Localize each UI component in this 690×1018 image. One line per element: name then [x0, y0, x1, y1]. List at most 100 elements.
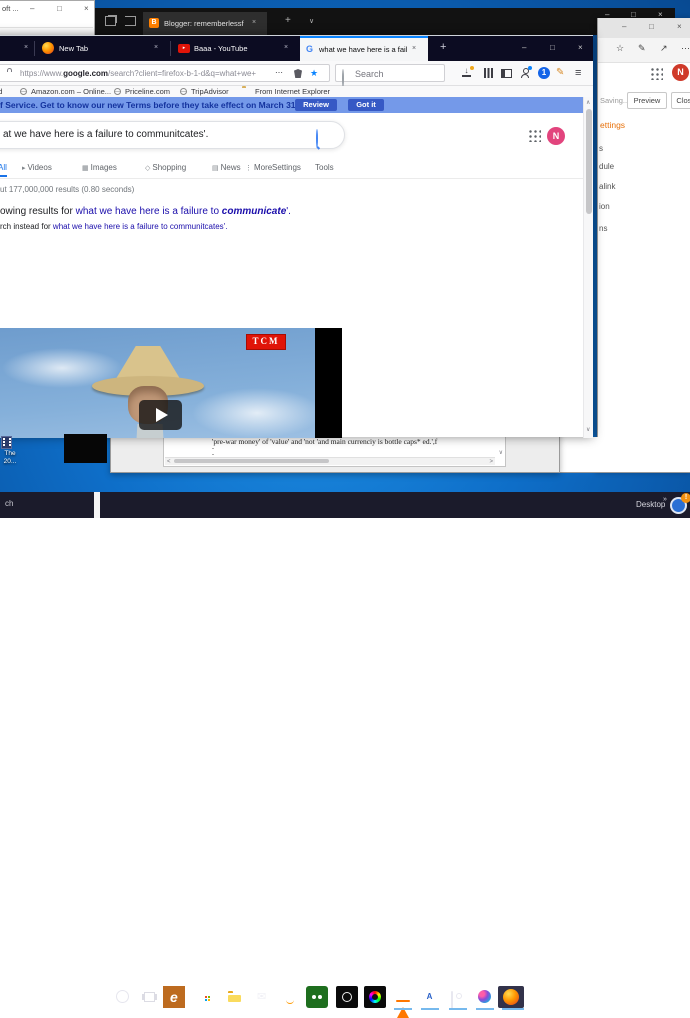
- close-icon[interactable]: ×: [677, 23, 682, 31]
- close-icon[interactable]: ×: [84, 5, 89, 13]
- original-query-link[interactable]: what we have here is a failure to commun…: [53, 222, 228, 231]
- minimize-icon[interactable]: –: [30, 5, 34, 13]
- scroll-right-icon[interactable]: >: [489, 459, 493, 465]
- search-query[interactable]: at we have here is a failure to communit…: [3, 129, 208, 140]
- tab-more[interactable]: ⋮ More: [245, 163, 272, 172]
- tab-youtube[interactable]: ▸ Baaa - YouTube ×: [172, 36, 298, 61]
- bookmark-star-icon[interactable]: ★: [310, 68, 318, 79]
- library-icon[interactable]: [484, 68, 493, 78]
- set-tabs-aside-icon[interactable]: [125, 16, 136, 26]
- taskbar-mail-icon[interactable]: ✉: [252, 986, 274, 1008]
- scroll-left-icon[interactable]: <: [167, 459, 171, 465]
- new-tab-icon[interactable]: +: [440, 41, 446, 53]
- sidebar-item-schedule[interactable]: dule: [599, 162, 614, 171]
- maximize-icon[interactable]: □: [57, 5, 62, 13]
- close-button[interactable]: Close: [671, 92, 690, 109]
- blogger-window[interactable]: – □ × ☆ ✎ ↗ ⋯ N Saving... Preview Clos e …: [597, 18, 690, 473]
- search-box[interactable]: Search: [335, 64, 445, 88]
- got-it-button[interactable]: Got it: [348, 99, 384, 111]
- maximize-icon[interactable]: □: [649, 23, 654, 31]
- taskbar-overflow-chevron[interactable]: »: [663, 496, 667, 503]
- google-apps-grid-icon[interactable]: [528, 129, 541, 142]
- taskbar-document-app-icon[interactable]: A: [419, 986, 441, 1008]
- taskbar-color-wheel-app-icon[interactable]: [364, 986, 386, 1008]
- taskbar-dark-circle-app-icon[interactable]: [336, 986, 358, 1008]
- taskbar-camera-app-icon[interactable]: [447, 986, 469, 1010]
- cortana-button[interactable]: [112, 986, 134, 1008]
- taskbar-store-icon[interactable]: [196, 986, 218, 1008]
- page-actions-icon[interactable]: ⋯: [275, 68, 283, 78]
- corrected-query-link[interactable]: what we have here is a failure to commun…: [76, 206, 291, 217]
- menu-hamburger-icon[interactable]: ≡: [575, 68, 581, 79]
- taskbar-explorer-icon[interactable]: [224, 986, 246, 1008]
- scroll-down-icon[interactable]: ∨: [499, 450, 503, 456]
- settings-menu[interactable]: Settings: [272, 163, 301, 172]
- tools-menu[interactable]: Tools: [315, 163, 334, 172]
- desktop-icon-filmstrip[interactable]: [1, 436, 12, 449]
- page-scrollbar[interactable]: ∧ ∨: [583, 97, 593, 438]
- sidebar-item-location[interactable]: ion: [599, 202, 610, 211]
- url-text[interactable]: https://www.google.com/search?client=fir…: [20, 69, 270, 78]
- maximize-icon[interactable]: □: [550, 44, 555, 52]
- url-bar[interactable]: https://www.google.com/search?client=fir…: [0, 64, 330, 82]
- tab-images[interactable]: ▦ Images: [82, 163, 117, 172]
- task-view-button[interactable]: [139, 986, 161, 1008]
- taskbar-amazon-icon[interactable]: a: [280, 986, 302, 1008]
- onepassword-icon[interactable]: 1: [538, 67, 550, 79]
- sidebar-item-options[interactable]: ns: [599, 224, 607, 233]
- play-button[interactable]: [139, 400, 182, 430]
- bookmark-from-ie[interactable]: From Internet Explorer: [255, 87, 330, 96]
- review-button[interactable]: Review: [295, 99, 337, 111]
- preview-button[interactable]: Preview: [627, 92, 667, 109]
- notes-text-area[interactable]: 'pre-war money' of 'value' and 'not 'and…: [163, 433, 506, 467]
- horizontal-scrollbar[interactable]: < >: [165, 457, 495, 465]
- taskbar-search-box-edge[interactable]: [94, 492, 100, 518]
- scroll-down-icon[interactable]: ∨: [586, 427, 590, 433]
- show-desktop-label[interactable]: Desktop: [636, 500, 665, 509]
- bookmark-tripadvisor[interactable]: TripAdvisor: [191, 87, 229, 96]
- tab-new-tab[interactable]: New Tab ×: [36, 36, 168, 61]
- taskbar-green-app-icon[interactable]: [306, 986, 328, 1008]
- tab-google-search-active[interactable]: G what we have here is a failure t ×: [300, 36, 428, 61]
- close-tab-icon[interactable]: ×: [252, 19, 256, 26]
- google-apps-grid-icon[interactable]: [650, 67, 663, 80]
- search-icon[interactable]: [316, 129, 318, 148]
- pocket-shield-icon[interactable]: [294, 69, 302, 78]
- bookmark-getting-started-fragment[interactable]: ted: [0, 87, 2, 96]
- bookmark-amazon[interactable]: Amazon.com – Online...: [31, 87, 111, 96]
- taskbar-vlc-icon[interactable]: [392, 986, 414, 1018]
- close-icon[interactable]: ×: [578, 44, 583, 52]
- share-icon[interactable]: ↗: [660, 43, 668, 54]
- tab-blogger[interactable]: B Blogger: rememberlessf ×: [143, 12, 267, 35]
- desktop-icon-label[interactable]: The: [0, 450, 20, 457]
- minimize-icon[interactable]: –: [622, 23, 626, 31]
- more-options-icon[interactable]: ⋯: [681, 43, 690, 54]
- web-notes-icon[interactable]: ✎: [638, 43, 646, 54]
- close-tab-icon[interactable]: ×: [284, 44, 288, 51]
- tab-shopping[interactable]: ◇ Shopping: [145, 163, 186, 172]
- taskbar-firefox-icon[interactable]: [498, 986, 524, 1008]
- video-result-player[interactable]: TCM ▶ 0:51: [0, 328, 342, 438]
- sidebars-icon[interactable]: [501, 69, 512, 78]
- tab-dropdown-icon[interactable]: ∨: [309, 17, 314, 25]
- tab-videos[interactable]: ▸ Videos: [22, 163, 52, 172]
- taskbar-edge-icon[interactable]: e: [163, 986, 185, 1008]
- firefox-window[interactable]: × New Tab × ▸ Baaa - YouTube × G what we…: [0, 35, 593, 438]
- sidebar-item-labels[interactable]: s: [599, 144, 603, 153]
- scroll-up-icon[interactable]: ∧: [586, 100, 590, 106]
- taskbar-paint3d-icon[interactable]: [474, 986, 496, 1008]
- account-avatar[interactable]: N: [672, 64, 689, 81]
- close-tab-icon[interactable]: ×: [412, 45, 416, 52]
- tab-all[interactable]: All: [0, 163, 7, 177]
- desktop-icon-label-line2[interactable]: 20...: [0, 458, 20, 465]
- pen-extension-icon[interactable]: ✎: [556, 67, 564, 78]
- close-tab-icon[interactable]: ×: [154, 44, 158, 51]
- sidebar-item-permalink[interactable]: alink: [599, 182, 615, 191]
- new-tab-icon[interactable]: +: [285, 16, 291, 26]
- desktop-icon-black-thumbnail[interactable]: [64, 434, 107, 463]
- bookmark-priceline[interactable]: Priceline.com: [125, 87, 170, 96]
- add-favorite-icon[interactable]: ☆: [616, 43, 624, 54]
- edge-window[interactable]: B Blogger: rememberlessf × + ∨ – □ ×: [95, 8, 675, 35]
- background-window-topleft[interactable]: oft ... – □ ×: [0, 0, 95, 36]
- minimize-icon[interactable]: –: [522, 44, 526, 52]
